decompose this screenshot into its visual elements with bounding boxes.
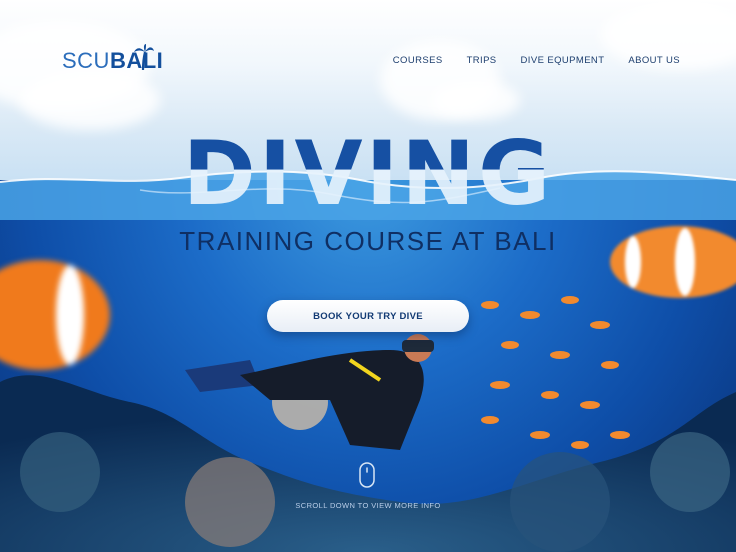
book-try-dive-button[interactable]: BOOK YOUR TRY DIVE: [267, 300, 469, 332]
mouse-scroll-icon[interactable]: [359, 462, 375, 488]
nav-item-about-us[interactable]: ABOUT US: [628, 55, 680, 66]
hero-subtitle: TRAINING COURSE AT BALI: [179, 226, 557, 256]
scroll-hint-text: SCROLL DOWN TO VIEW MORE INFO: [295, 501, 441, 510]
nav-item-trips[interactable]: TRIPS: [467, 55, 497, 66]
nav-item-dive-equipment[interactable]: DIVE EQUPMENT: [521, 55, 605, 66]
nav-item-courses[interactable]: COURSES: [393, 55, 443, 66]
clownfish-left: [0, 260, 110, 370]
fish-school: [481, 296, 630, 449]
palm-tree-icon: [134, 44, 154, 70]
main-nav: COURSES TRIPS DIVE EQUPMENT ABOUT US: [393, 55, 680, 66]
logo-text-thin: SCU: [62, 48, 110, 73]
diver-image: [185, 334, 434, 450]
book-try-dive-label: BOOK YOUR TRY DIVE: [313, 310, 423, 322]
